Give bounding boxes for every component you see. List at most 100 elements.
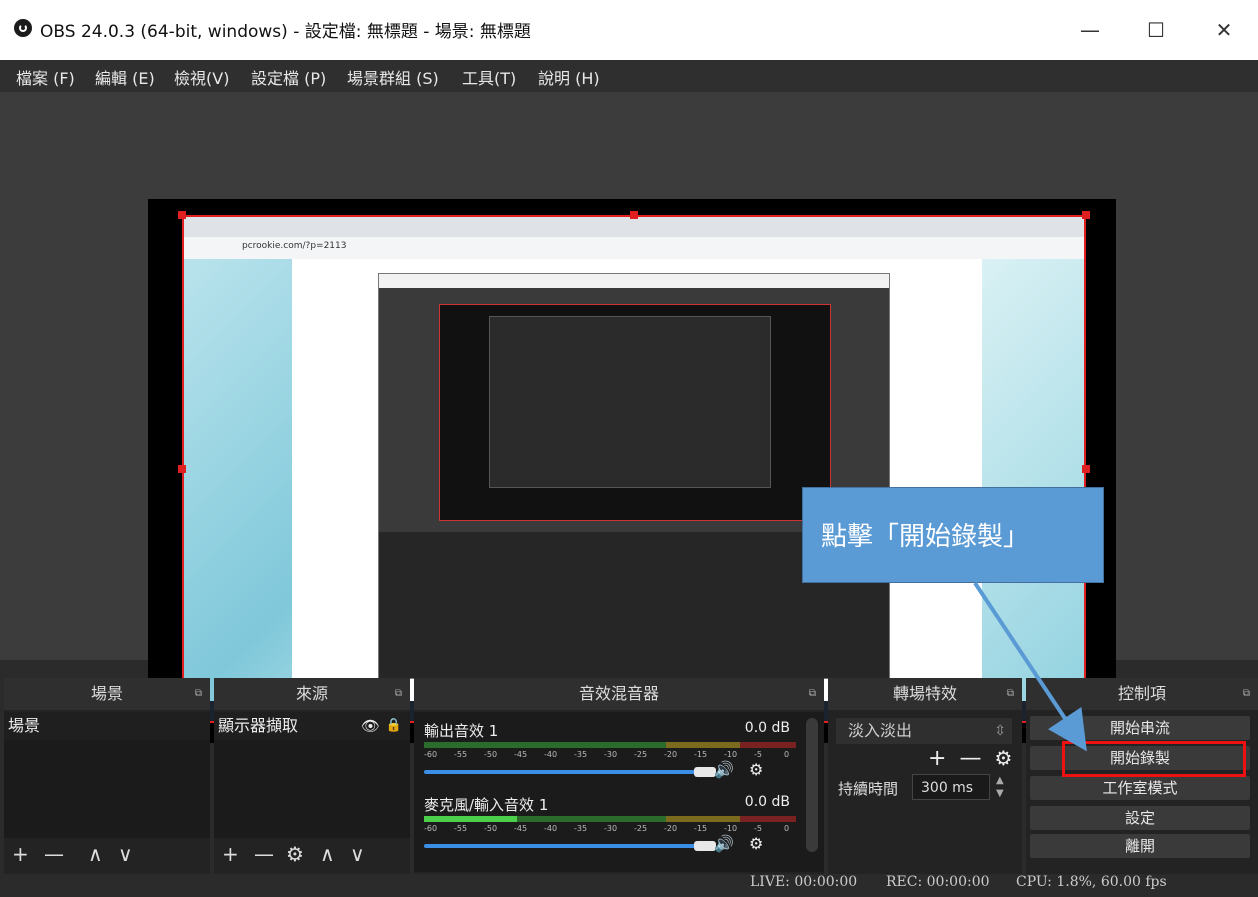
move-source-up-button[interactable]: ∧	[320, 842, 335, 866]
gear-icon[interactable]: ⚙	[749, 760, 763, 779]
duration-input[interactable]: 300 ms	[912, 774, 990, 800]
resize-handle[interactable]	[178, 465, 186, 473]
dock-float-icon[interactable]: ⧉	[809, 678, 816, 710]
meter-ticks: -60 -55 -50 -45 -40 -35 -30 -25 -20 -15 -10 -5 0	[424, 824, 796, 834]
meter-tick-label: -55	[454, 750, 468, 759]
sources-title: 來源	[295, 684, 328, 703]
source-item[interactable]: 顯示器擷取 👁 🔒	[214, 712, 410, 740]
eye-icon[interactable]: 👁	[361, 712, 380, 740]
channel-db: 0.0 dB	[744, 720, 790, 736]
callout-text: 點擊「開始錄製」	[821, 522, 1030, 552]
source-properties-button[interactable]: ⚙	[286, 842, 304, 866]
meter-tick-label: -15	[694, 824, 708, 833]
channel-db: 0.0 dB	[744, 794, 790, 810]
speaker-icon[interactable]: 🔊	[714, 760, 734, 779]
slider-handle[interactable]	[694, 841, 716, 851]
maximize-button[interactable]: ☐	[1136, 14, 1176, 46]
remove-transition-button[interactable]: —	[959, 746, 981, 771]
meter-tick-label: -15	[694, 750, 708, 759]
chevron-updown-icon: ⇳	[994, 723, 1006, 739]
instruction-callout: 點擊「開始錄製」	[802, 487, 1104, 583]
sources-list[interactable]: 顯示器擷取 👁 🔒	[214, 712, 410, 838]
menu-tools[interactable]: 工具(T)	[462, 65, 516, 89]
meter-tick-label: -55	[454, 824, 468, 833]
scene-item[interactable]: 場景	[4, 712, 210, 740]
meter-tick-label: -60	[424, 750, 438, 759]
resize-handle[interactable]	[1082, 465, 1090, 473]
title-bar: OBS 24.0.3 (64-bit, windows) - 設定檔: 無標題 …	[0, 0, 1258, 60]
remove-scene-button[interactable]: —	[44, 842, 64, 866]
preview-canvas[interactable]: pcrookie.com/?p=2113	[148, 199, 1116, 743]
meter-tick-label: -10	[724, 824, 738, 833]
move-scene-down-button[interactable]: ∨	[118, 842, 133, 866]
meter-tick-label: -50	[484, 750, 498, 759]
duration-spinner[interactable]: ▲ ▼	[996, 774, 1004, 800]
sources-dock-header: 來源 ⧉	[214, 678, 410, 710]
meter-level	[424, 816, 517, 822]
mixer-title: 音效混音器	[578, 684, 659, 703]
mixer-controls: 🔊 ⚙	[714, 834, 763, 853]
scenes-title: 場景	[90, 684, 123, 703]
rec-status: REC: 00:00:00	[886, 874, 990, 890]
studio-mode-button[interactable]: 工作室模式	[1030, 776, 1250, 800]
menu-edit[interactable]: 編輯 (E)	[95, 65, 155, 89]
settings-button[interactable]: 設定	[1030, 806, 1250, 830]
duration-label: 持續時間	[838, 780, 899, 798]
window-title: OBS 24.0.3 (64-bit, windows) - 設定檔: 無標題 …	[40, 22, 531, 42]
dock-float-icon[interactable]: ⧉	[1007, 678, 1014, 710]
move-scene-up-button[interactable]: ∧	[88, 842, 103, 866]
meter-tick-label: -5	[754, 750, 762, 759]
channel-name: 輸出音效 1	[424, 722, 499, 740]
add-transition-button[interactable]: +	[928, 746, 946, 771]
dock-float-icon[interactable]: ⧉	[195, 678, 202, 710]
slider-handle[interactable]	[694, 767, 716, 777]
add-scene-button[interactable]: +	[12, 842, 29, 866]
menu-help[interactable]: 說明 (H)	[538, 65, 600, 89]
gear-icon[interactable]: ⚙	[994, 746, 1012, 770]
speaker-icon[interactable]: 🔊	[714, 834, 734, 853]
minimize-button[interactable]: —	[1070, 14, 1110, 46]
meter-tick-label: -30	[604, 750, 618, 759]
transition-select[interactable]: 淡入淡出 ⇳	[836, 718, 1012, 744]
meter-tick-label: -20	[664, 750, 678, 759]
lock-icon[interactable]: 🔒	[386, 712, 402, 740]
mixer-scrollbar[interactable]	[806, 718, 818, 852]
meter-tick-label: 0	[784, 824, 790, 833]
menu-view[interactable]: 檢視(V)	[174, 65, 229, 89]
mixer-dock-header: 音效混音器 ⧉	[414, 678, 824, 710]
menu-profile[interactable]: 設定檔 (P)	[251, 65, 326, 89]
gear-icon[interactable]: ⚙	[749, 834, 763, 853]
controls-dock-header: 控制項 ⧉	[1026, 678, 1258, 710]
remove-source-button[interactable]: —	[254, 842, 274, 866]
add-source-button[interactable]: +	[222, 842, 239, 866]
cpu-status: CPU: 1.8%, 60.00 fps	[1016, 874, 1167, 890]
transitions-title: 轉場特效	[892, 684, 957, 703]
resize-handle[interactable]	[178, 211, 186, 219]
source-item-label: 顯示器擷取	[218, 716, 299, 735]
meter-tick-label: -5	[754, 824, 762, 833]
volume-slider[interactable]	[424, 767, 716, 777]
dock-float-icon[interactable]: ⧉	[1243, 678, 1250, 710]
scenes-list[interactable]: 場景	[4, 712, 210, 838]
source-selection-box[interactable]	[182, 215, 1086, 723]
resize-handle[interactable]	[1082, 211, 1090, 219]
mixer-controls: 🔊 ⚙	[714, 760, 763, 779]
scenes-dock-header: 場景 ⧉	[4, 678, 210, 710]
start-streaming-button[interactable]: 開始串流	[1030, 716, 1250, 740]
transitions-dock: 轉場特效 ⧉ 淡入淡出 ⇳ + — ⚙ 持續時間 300 ms ▲ ▼	[828, 678, 1022, 874]
meter-tick-label: 0	[784, 750, 790, 759]
volume-meter	[424, 816, 796, 822]
scenes-toolbar: + — ∧ ∨	[4, 840, 210, 872]
menu-file[interactable]: 檔案 (F)	[16, 65, 75, 89]
dock-float-icon[interactable]: ⧉	[395, 678, 402, 710]
transition-toolbar: + — ⚙	[928, 746, 1012, 771]
meter-tick-label: -40	[544, 824, 558, 833]
menu-scene-collection[interactable]: 場景群組 (S)	[347, 65, 439, 89]
move-source-down-button[interactable]: ∨	[350, 842, 365, 866]
exit-button[interactable]: 離開	[1030, 834, 1250, 858]
mixer-body: 輸出音效 1 0.0 dB -60 -55 -50 -45 -40 -35 -30 -25 -2…	[414, 712, 824, 872]
resize-handle[interactable]	[630, 211, 638, 219]
close-button[interactable]: ✕	[1204, 14, 1244, 46]
sources-dock: 來源 ⧉ 顯示器擷取 👁 🔒 + — ⚙ ∧ ∨	[214, 678, 410, 874]
volume-slider[interactable]	[424, 841, 716, 851]
